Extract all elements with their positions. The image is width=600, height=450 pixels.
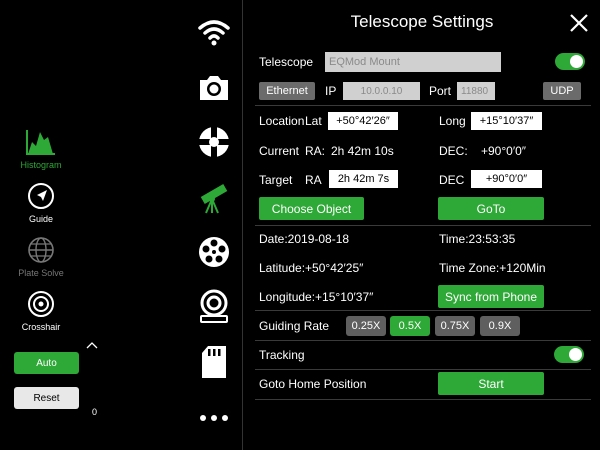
udp-button[interactable]: UDP	[543, 82, 581, 100]
goto-button[interactable]: GoTo	[438, 197, 544, 220]
current-dec-value: +90°0′0″	[481, 144, 526, 158]
reset-button[interactable]: Reset	[14, 387, 79, 409]
telescope-settings-panel: Telescope Settings Telescope EQMod Mount…	[242, 0, 600, 450]
latitude-text: Latitude:+50°42′25″	[259, 261, 364, 275]
mount-icon[interactable]	[192, 285, 236, 329]
sd-card-icon[interactable]	[192, 340, 236, 384]
date-text: Date:2019-08-18	[259, 232, 350, 246]
filter-wheel-icon[interactable]	[192, 230, 236, 274]
ethernet-button[interactable]: Ethernet	[259, 82, 315, 100]
sidebar-item-crosshair[interactable]: Crosshair	[10, 290, 72, 332]
sidebar-item-label: Crosshair	[21, 322, 61, 332]
crosshair-icon	[28, 291, 54, 317]
divider	[255, 369, 591, 370]
current-ra-label: RA:	[305, 144, 326, 158]
sidebar-item-label: Guide	[28, 214, 54, 224]
page-title: Telescope Settings	[350, 12, 494, 31]
ip-input[interactable]: 10.0.0.10	[343, 82, 420, 100]
tracking-toggle[interactable]	[554, 346, 584, 363]
camera-icon[interactable]	[192, 66, 236, 110]
port-label: Port	[429, 84, 452, 98]
sidebar-item-guide[interactable]: Guide	[10, 182, 72, 224]
port-input[interactable]: 11880	[457, 82, 495, 100]
tracking-label: Tracking	[259, 348, 305, 362]
divider	[255, 225, 591, 226]
divider	[255, 340, 591, 341]
level-value: 0	[92, 407, 98, 417]
rate-option-025[interactable]: 0.25X	[346, 316, 386, 336]
close-icon[interactable]	[569, 13, 589, 33]
sync-from-phone-button[interactable]: Sync from Phone	[438, 285, 544, 308]
histogram-icon	[26, 130, 55, 155]
globe-icon	[28, 237, 54, 263]
ip-label: IP	[325, 84, 337, 98]
start-button[interactable]: Start	[438, 372, 544, 395]
target-ra-label: RA	[305, 173, 322, 187]
divider	[255, 399, 591, 400]
sidebar-item-histogram[interactable]: Histogram	[10, 128, 72, 170]
more-icon[interactable]	[192, 396, 236, 440]
lat-input[interactable]: +50°42′26″	[328, 112, 398, 130]
telescope-toggle[interactable]	[555, 53, 585, 70]
long-label: Long	[439, 114, 466, 128]
timezone-text: Time Zone:+120Min	[439, 261, 546, 275]
target-dec-input[interactable]: +90°0′0″	[471, 170, 542, 188]
lat-label: Lat	[305, 114, 322, 128]
sidebar-item-plate-solve[interactable]: Plate Solve	[10, 236, 72, 278]
guide-icon	[28, 183, 54, 209]
choose-object-button[interactable]: Choose Object	[259, 197, 364, 220]
target-dec-label: DEC	[439, 173, 465, 187]
current-label: Current	[259, 144, 300, 158]
time-text: Time:23:53:35	[439, 232, 516, 246]
focuser-icon[interactable]	[192, 120, 236, 164]
current-dec-label: DEC:	[439, 144, 468, 158]
sidebar-item-label: Histogram	[20, 160, 62, 170]
target-ra-input[interactable]: 2h 42m 7s	[329, 170, 398, 188]
current-ra-value: 2h 42m 10s	[331, 144, 394, 158]
guiding-rate-label: Guiding Rate	[259, 319, 330, 333]
auto-button[interactable]: Auto	[14, 352, 79, 374]
rate-option-09[interactable]: 0.9X	[480, 316, 520, 336]
telescope-select[interactable]: EQMod Mount	[325, 52, 501, 72]
target-label: Target	[259, 173, 293, 187]
wifi-icon[interactable]	[192, 10, 236, 54]
divider	[255, 310, 591, 311]
chevron-up-icon[interactable]	[86, 341, 98, 349]
telescope-label: Telescope	[259, 55, 314, 69]
sidebar-item-label: Plate Solve	[18, 268, 64, 278]
divider	[255, 105, 591, 106]
longitude-text: Longitude:+15°10′37″	[259, 290, 374, 304]
long-input[interactable]: +15°10′37″	[471, 112, 542, 130]
goto-home-label: Goto Home Position	[259, 377, 367, 391]
location-label: Location	[259, 114, 305, 128]
rate-option-075[interactable]: 0.75X	[435, 316, 475, 336]
rate-option-05[interactable]: 0.5X	[390, 316, 430, 336]
telescope-icon[interactable]	[192, 176, 236, 220]
